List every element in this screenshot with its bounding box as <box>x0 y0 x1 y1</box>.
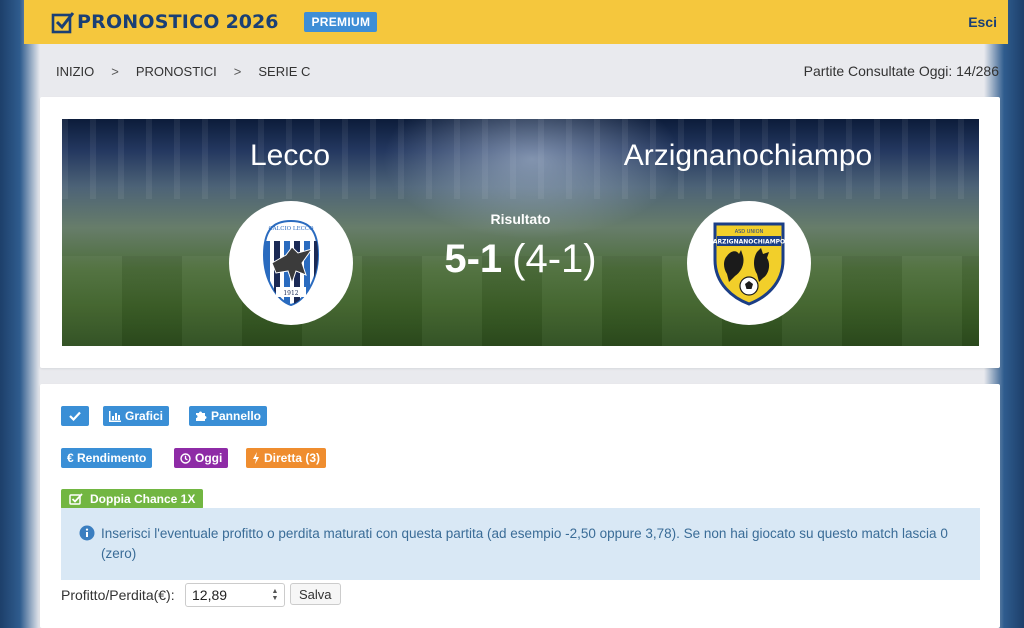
breadcrumb-separator: > <box>111 64 119 79</box>
visits-counter: Partite Consultate Oggi: 14/286 <box>803 63 999 79</box>
profit-label: Profitto/Perdita(€): <box>61 587 175 603</box>
logo[interactable]: PRONOSTICO 2026 <box>51 10 278 34</box>
rendimento-button[interactable]: € Rendimento <box>61 448 153 468</box>
checkbox-icon <box>69 493 83 505</box>
logout-link[interactable]: Esci <box>968 14 997 30</box>
grafici-button[interactable]: Grafici <box>103 406 170 426</box>
breadcrumb-item-inizio[interactable]: INIZIO <box>56 64 94 79</box>
lecco-crest-year: 1912 <box>283 290 298 297</box>
doppia-chance-badge[interactable]: Doppia Chance 1X <box>61 489 204 509</box>
oggi-label: Oggi <box>195 451 223 465</box>
doppia-chance-label: Doppia Chance 1X <box>90 492 196 506</box>
grafici-label: Grafici <box>125 409 164 423</box>
info-icon <box>79 525 95 541</box>
breadcrumb-separator: > <box>233 64 242 79</box>
bolt-icon <box>253 452 259 464</box>
breadcrumb: INIZIO > PRONOSTICI > SERIE C <box>56 64 310 79</box>
logo-year: 2026 <box>225 11 279 33</box>
check-icon <box>69 411 81 421</box>
breadcrumb-item-serie-c[interactable]: SERIE C <box>258 64 310 79</box>
info-alert: Inserisci l'eventuale profitto o perdita… <box>61 508 980 580</box>
match-card: Lecco Arzignanochiampo CALCIO LECCO 1912… <box>40 97 1000 368</box>
diretta-button[interactable]: Diretta (3) <box>246 448 327 468</box>
pannello-label: Pannello <box>211 409 262 423</box>
puzzle-icon <box>196 411 207 421</box>
breadcrumb-item-pronostici[interactable]: PRONOSTICI <box>136 64 217 79</box>
away-team-name: Arzignanochiampo <box>623 139 873 172</box>
pannello-button[interactable]: Pannello <box>189 406 268 426</box>
match-banner: Lecco Arzignanochiampo CALCIO LECCO 1912… <box>62 119 979 346</box>
prediction-panel: Grafici Pannello € Rendimento Oggi Diret… <box>40 384 1000 628</box>
diretta-label: Diretta (3) <box>264 451 321 465</box>
arzignano-crest-top: ASD UNION <box>735 229 764 235</box>
home-team-name: Lecco <box>249 139 331 172</box>
oggi-button[interactable]: Oggi <box>174 448 229 468</box>
bar-chart-icon <box>109 410 121 422</box>
logo-checkbox-icon <box>51 12 75 34</box>
check-button[interactable] <box>61 406 89 426</box>
premium-badge: PREMIUM <box>304 12 378 32</box>
halftime-score: (4-1) <box>512 237 597 281</box>
clock-icon <box>180 452 191 464</box>
top-bar: PRONOSTICO 2026 PREMIUM Esci <box>24 0 1008 44</box>
info-text: Inserisci l'eventuale profitto o perdita… <box>101 526 948 561</box>
score-display: 5-1 (4-1) <box>62 237 979 282</box>
final-score: 5-1 <box>444 237 503 281</box>
result-label: Risultato <box>490 211 551 227</box>
number-stepper-icon[interactable]: ▲ ▼ <box>270 587 280 603</box>
save-button[interactable]: Salva <box>290 583 341 605</box>
logo-text: PRONOSTICO <box>77 11 220 33</box>
rendimento-label: € Rendimento <box>67 451 147 465</box>
